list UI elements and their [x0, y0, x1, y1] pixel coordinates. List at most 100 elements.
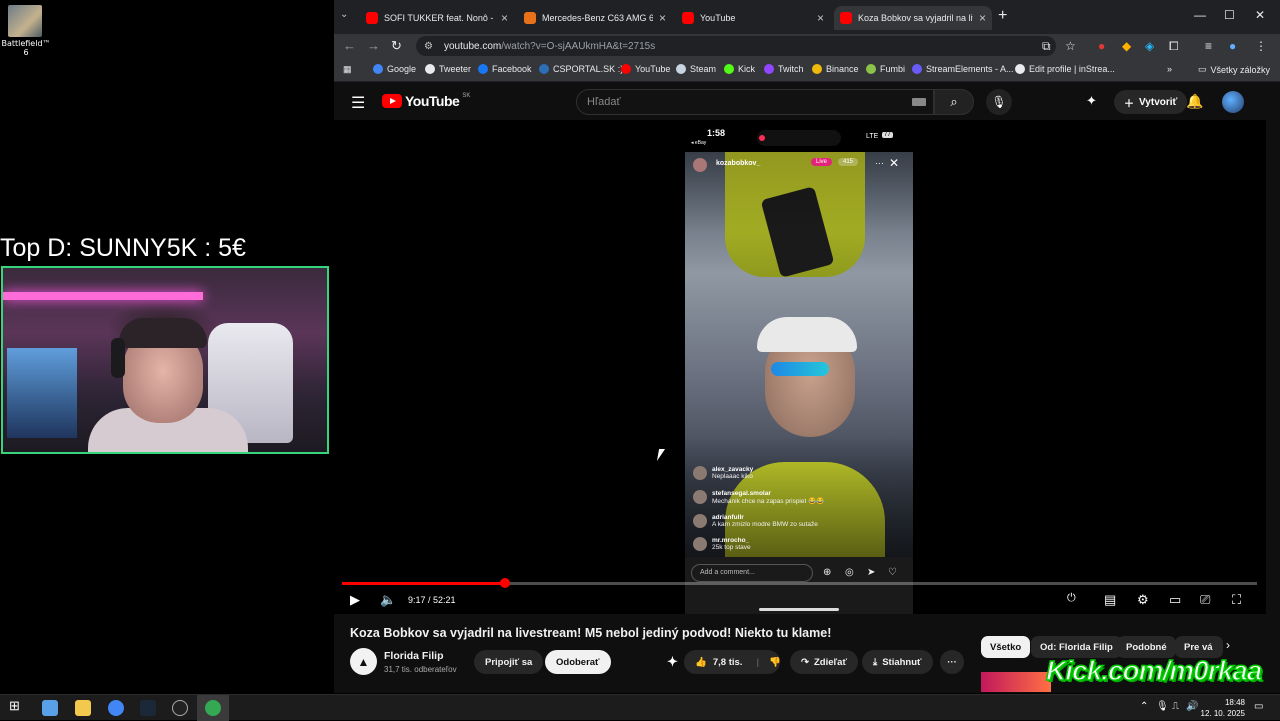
- network-icon[interactable]: ⎍: [1172, 701, 1179, 712]
- close-tab-icon[interactable]: ×: [979, 11, 986, 25]
- clock[interactable]: 18:48 12. 10. 2025: [1197, 697, 1245, 719]
- channel-avatar[interactable]: ▲: [350, 648, 377, 675]
- subtitles-icon[interactable]: ▤: [1104, 592, 1116, 608]
- ai-sparkle-icon[interactable]: ✦: [1086, 93, 1097, 109]
- bookmark-csportal[interactable]: CSPORTAL.SK :): [539, 64, 623, 74]
- join-button[interactable]: Pripojiť sa: [474, 650, 544, 674]
- maximize-button[interactable]: ☐: [1224, 8, 1235, 22]
- bookmark-facebook[interactable]: Facebook: [478, 64, 532, 74]
- channel-name[interactable]: Florida Filip: [384, 650, 444, 662]
- bookmark-twitch[interactable]: Twitch: [764, 64, 804, 74]
- search-taskbar-icon[interactable]: [42, 700, 58, 716]
- more-actions-icon[interactable]: ···: [940, 650, 964, 674]
- share-button[interactable]: ↷ Zdieľať: [790, 650, 858, 674]
- close-tab-icon[interactable]: ×: [817, 11, 824, 25]
- all-bookmarks[interactable]: ▭ Všetky záložky: [1198, 64, 1270, 75]
- settings-gear-icon[interactable]: ⚙: [1137, 592, 1149, 608]
- tab-koza-bobkov[interactable]: Koza Bobkov sa vyjadril na livest ×: [834, 6, 992, 30]
- bookmark-kick[interactable]: Kick: [724, 64, 755, 74]
- extensions-puzzle-icon[interactable]: ⧠: [1169, 39, 1179, 54]
- tab-mercedes[interactable]: Mercedes-Benz C63 AMG 6.2 V ×: [518, 6, 672, 30]
- play-icon[interactable]: ▶: [350, 592, 360, 608]
- chevron-right-icon[interactable]: ›: [1226, 638, 1230, 652]
- battlefield-desktop-icon[interactable]: [8, 5, 42, 37]
- youtube-logo[interactable]: YouTube SK: [382, 93, 470, 109]
- search-input[interactable]: [577, 90, 897, 114]
- file-explorer-icon[interactable]: [75, 700, 91, 716]
- back-button[interactable]: ←: [343, 38, 356, 53]
- subscribe-button[interactable]: Odoberať: [545, 650, 611, 674]
- search-button[interactable]: ⌕: [934, 89, 974, 115]
- cast-icon[interactable]: ⎚: [1200, 592, 1210, 608]
- keyboard-icon[interactable]: [912, 98, 926, 106]
- tab-sofi-tukker[interactable]: SOFI TUKKER feat. Nonô - "Pick ×: [360, 6, 514, 30]
- bookmark-tweeter[interactable]: Tweeter: [425, 64, 471, 74]
- fumbi-icon: [866, 64, 876, 74]
- notifications-bell-icon[interactable]: 🔔: [1186, 93, 1203, 110]
- media-controls-icon[interactable]: ≡: [1205, 39, 1212, 53]
- close-tab-icon[interactable]: ×: [501, 11, 508, 25]
- chrome-active-icon[interactable]: [205, 700, 221, 716]
- extension-icon[interactable]: ◆: [1122, 39, 1131, 53]
- chip-all[interactable]: Všetko: [981, 636, 1031, 658]
- tray-overflow-icon[interactable]: ⌃: [1140, 701, 1148, 712]
- download-button[interactable]: ⤓ Stiahnuť: [862, 650, 933, 674]
- fullscreen-icon[interactable]: ⛶: [1232, 592, 1241, 608]
- apps-grid-icon[interactable]: ▦: [343, 64, 352, 75]
- obs-app-icon[interactable]: [172, 700, 188, 716]
- bookmark-steam[interactable]: Steam: [676, 64, 716, 74]
- microphone-tray-icon[interactable]: 🎙: [1156, 701, 1169, 712]
- tab-search-icon[interactable]: ⌄: [340, 9, 348, 20]
- browser-toolbar: ← → ↻ ⚙ youtube.com/watch?v=O-sjAAUkmHA&…: [334, 34, 1280, 58]
- bookmark-youtube[interactable]: YouTube: [621, 64, 670, 74]
- profile-avatar-icon[interactable]: ●: [1229, 39, 1236, 53]
- install-app-icon[interactable]: ⧉: [1042, 39, 1051, 54]
- phone-screen-recording: 1:58 ◂ eBay LTE 77 kozabobkov_ Live 415 …: [685, 120, 913, 614]
- bookmark-streamelements[interactable]: StreamElements - A...: [912, 64, 1014, 74]
- hamburger-menu-icon[interactable]: ☰: [351, 93, 365, 113]
- like-button[interactable]: 👍 7,8 tis. | 👎: [684, 650, 781, 674]
- close-tab-icon[interactable]: ×: [659, 11, 666, 25]
- comment-item: mr.mrocho_ 25k top stave: [693, 537, 751, 551]
- phone-battery: 77: [882, 132, 893, 138]
- minimize-button[interactable]: —: [1194, 8, 1206, 22]
- opera-extension-icon[interactable]: ●: [1098, 39, 1105, 53]
- volume-icon[interactable]: 🔈: [380, 592, 396, 608]
- comment-item: adrianfullr A kam zmizlo modre BMW zo sut…: [693, 514, 818, 528]
- bookmark-binance[interactable]: Binance: [812, 64, 859, 74]
- x-icon: [425, 64, 435, 74]
- microphone-icon: 🎙: [991, 95, 1007, 109]
- notifications-icon[interactable]: ▭: [1254, 701, 1263, 712]
- recommended-thumbnail[interactable]: [981, 672, 1051, 692]
- steam-app-icon[interactable]: [140, 700, 156, 716]
- bookmark-fumbi[interactable]: Fumbi: [866, 64, 905, 74]
- bookmark-google[interactable]: Google: [373, 64, 416, 74]
- desktop-icon-label: Battlefield™ 6: [1, 39, 51, 57]
- bookmark-star-icon[interactable]: ☆: [1065, 39, 1076, 53]
- menu-kebab-icon[interactable]: ⋮: [1255, 39, 1267, 53]
- youtube-icon: [682, 12, 694, 24]
- extension-icon[interactable]: ◈: [1145, 39, 1154, 53]
- bookmarks-overflow-icon[interactable]: »: [1167, 64, 1172, 74]
- video-player[interactable]: 1:58 ◂ eBay LTE 77 kozabobkov_ Live 415 …: [334, 120, 1266, 614]
- site-info-icon[interactable]: ⚙: [424, 41, 436, 52]
- search-icon: ⌕: [950, 94, 958, 109]
- google-icon: [373, 64, 383, 74]
- close-window-button[interactable]: ✕: [1255, 8, 1265, 22]
- windows-start-icon[interactable]: ⊞: [9, 698, 25, 714]
- share-icon: ↷: [801, 656, 809, 668]
- progress-scrubber[interactable]: [499, 578, 510, 588]
- account-avatar[interactable]: [1222, 91, 1244, 113]
- bookmark-instream[interactable]: Edit profile | inStrea...: [1015, 64, 1115, 74]
- new-tab-button[interactable]: +: [998, 7, 1007, 25]
- voice-search-button[interactable]: 🎙: [986, 89, 1012, 115]
- forward-button[interactable]: →: [367, 38, 380, 53]
- address-bar[interactable]: ⚙ youtube.com/watch?v=O-sjAAUkmHA&t=2715…: [416, 36, 1056, 56]
- theater-mode-icon[interactable]: ▭: [1169, 592, 1181, 608]
- chrome-app-icon[interactable]: [108, 700, 124, 716]
- tab-youtube[interactable]: YouTube ×: [676, 6, 830, 30]
- autoplay-toggle[interactable]: ⏻: [1067, 592, 1076, 605]
- heart-icon: ♡: [888, 567, 897, 578]
- create-button[interactable]: ＋ Vytvoriť: [1114, 90, 1188, 114]
- reload-button[interactable]: ↻: [391, 38, 402, 54]
